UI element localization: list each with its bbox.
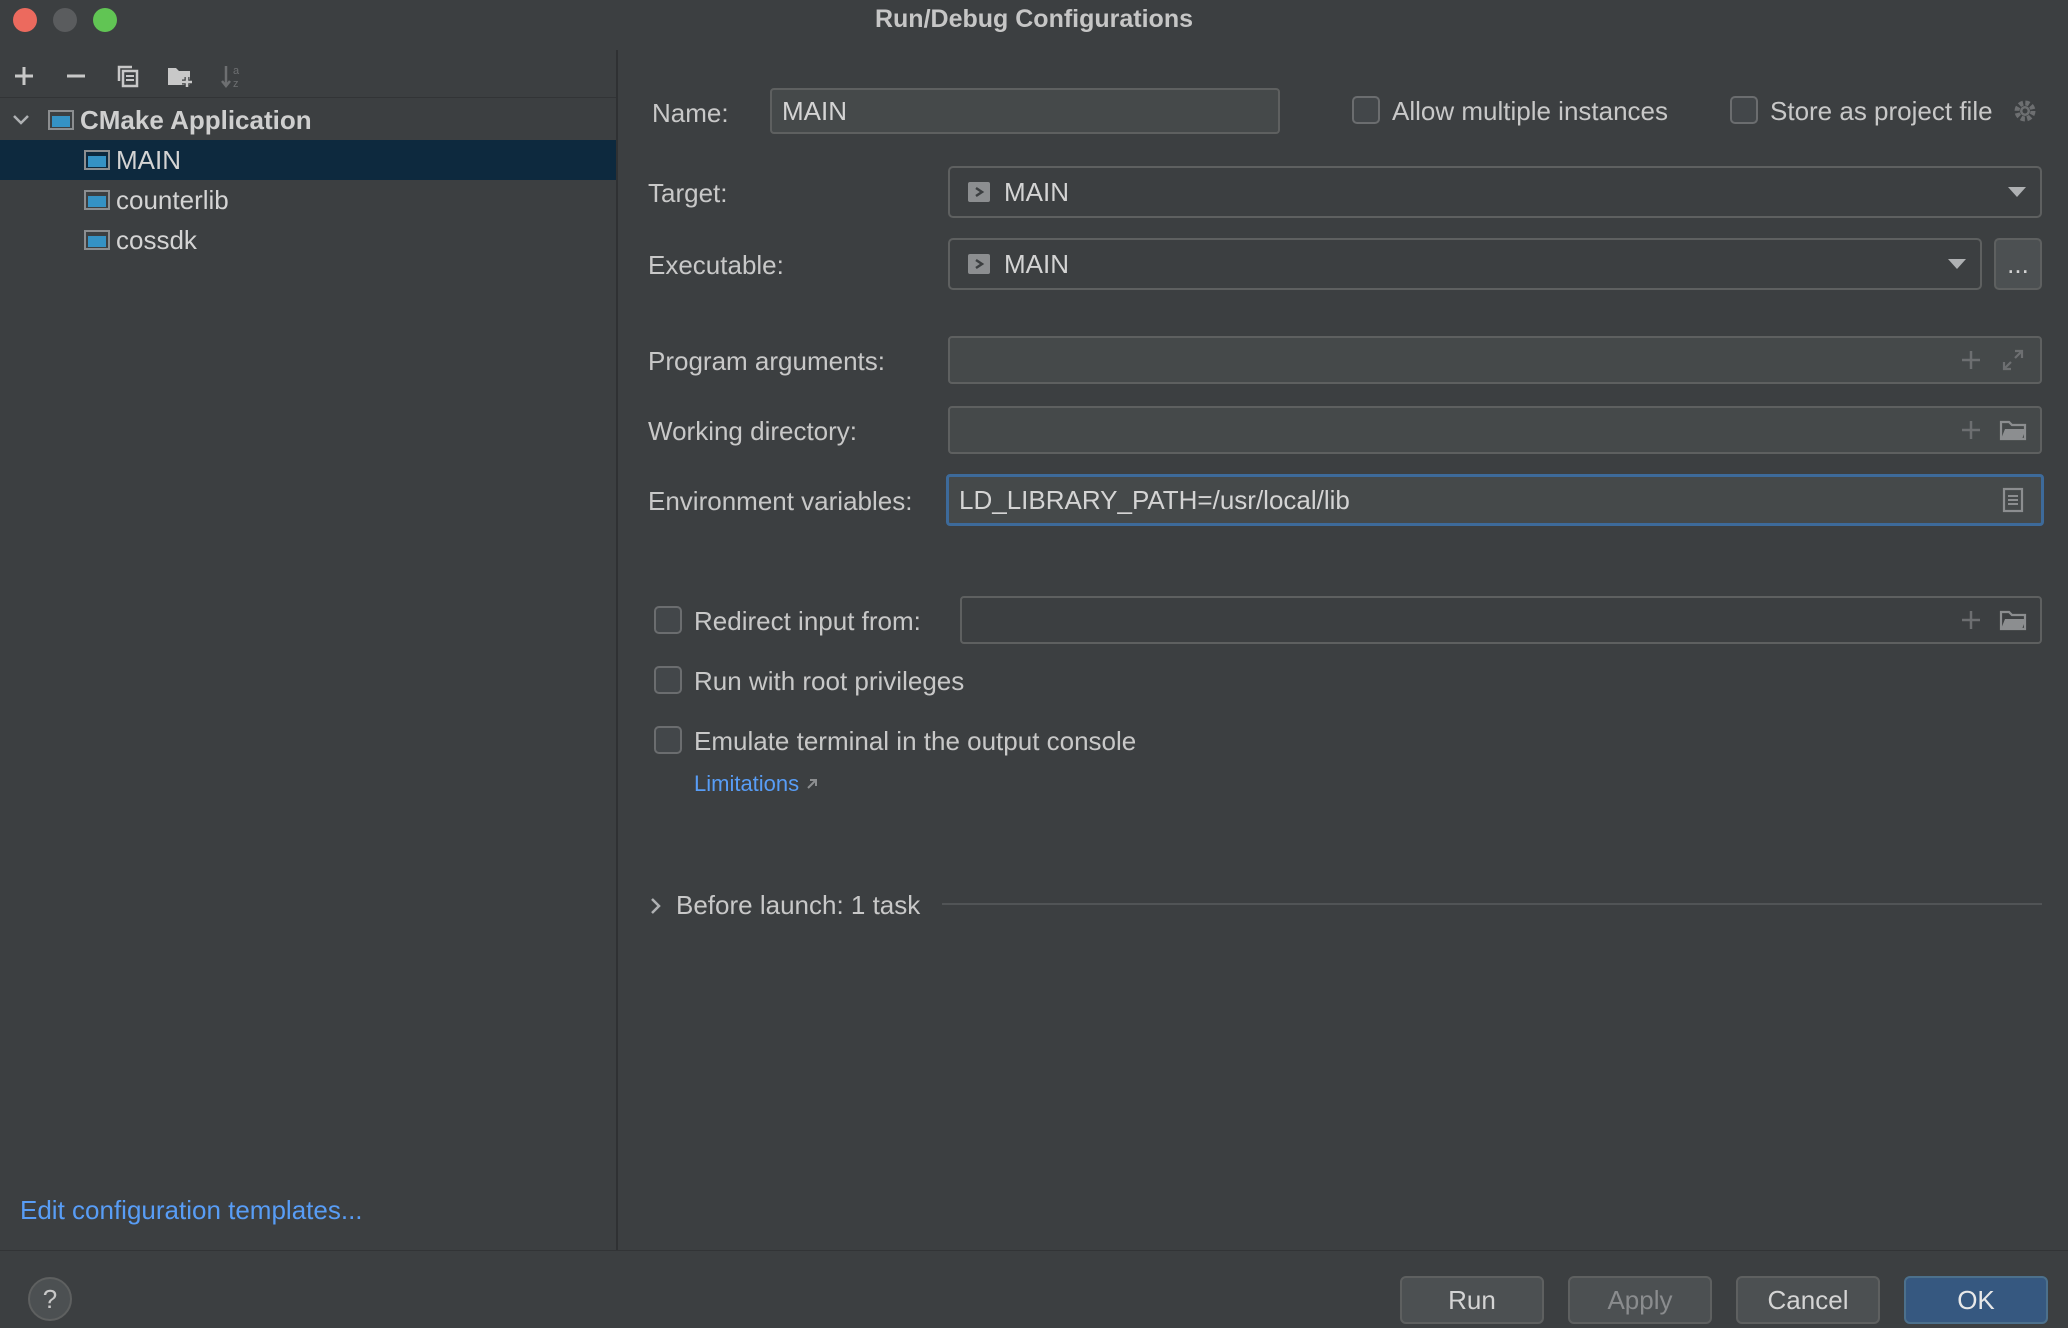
emulate-terminal-label: Emulate terminal in the output console (694, 726, 1137, 756)
dialog-footer: ? Run Apply Cancel OK (0, 1250, 2068, 1328)
executable-label: Executable: (648, 250, 784, 280)
edit-list-icon[interactable] (1998, 485, 2028, 515)
run-target-icon (968, 254, 990, 274)
name-label: Name: (652, 98, 729, 128)
chevron-right-icon (650, 897, 662, 915)
expand-icon[interactable] (1998, 345, 2028, 375)
target-dropdown[interactable]: MAIN (948, 166, 2042, 218)
apply-button[interactable]: Apply (1568, 1276, 1712, 1324)
svg-text:a: a (233, 65, 240, 77)
chevron-down-icon[interactable] (0, 114, 40, 126)
sort-icon[interactable]: az (214, 58, 250, 94)
remove-icon[interactable] (58, 58, 94, 94)
browse-executable-button[interactable]: ... (1994, 238, 2042, 290)
sidebar-item-label: counterlib (116, 184, 229, 215)
before-launch-toggle[interactable]: Before launch: 1 task (650, 890, 920, 921)
run-with-root-privileges-checkbox[interactable] (654, 666, 682, 694)
program-arguments-field[interactable] (948, 336, 2042, 384)
help-button[interactable]: ? (28, 1277, 72, 1321)
working-directory-field[interactable] (948, 406, 2042, 454)
gear-icon[interactable] (2010, 96, 2040, 126)
folder-icon[interactable] (1998, 605, 2028, 635)
environment-variables-field[interactable]: LD_LIBRARY_PATH=/usr/local/lib (946, 474, 2044, 526)
allow-multiple-instances-label: Allow multiple instances (1392, 96, 1669, 126)
redirect-input-field[interactable] (960, 596, 2042, 644)
limitations-link[interactable]: Limitations (694, 771, 819, 797)
environment-variables-label: Environment variables: (648, 486, 913, 516)
edit-configuration-templates-link[interactable]: Edit configuration templates... (20, 1195, 363, 1226)
environment-variables-value: LD_LIBRARY_PATH=/usr/local/lib (959, 484, 1350, 515)
cmake-target-icon (84, 148, 110, 172)
executable-value: MAIN (1004, 248, 1069, 279)
executable-dropdown[interactable]: MAIN (948, 238, 1982, 290)
store-as-project-file-label: Store as project file (1770, 96, 1993, 126)
add-icon[interactable] (6, 58, 42, 94)
external-link-icon (805, 777, 819, 791)
target-label: Target: (648, 178, 728, 208)
run-with-root-privileges-label: Run with root privileges (694, 666, 965, 696)
program-arguments-label: Program arguments: (648, 346, 885, 376)
tree-group-label: CMake Application (80, 104, 312, 135)
cmake-target-icon (84, 188, 110, 212)
chevron-down-icon (2008, 187, 2026, 197)
before-launch-divider (942, 903, 2042, 905)
insert-macro-icon[interactable] (1956, 415, 1986, 445)
configurations-sidebar: az CMake Application MAIN counterlib cos… (0, 50, 616, 1250)
cmake-application-icon (48, 108, 74, 132)
tree-group-cmake-application[interactable]: CMake Application (0, 100, 616, 140)
working-directory-label: Working directory: (648, 416, 858, 446)
folder-icon[interactable] (1998, 415, 2028, 445)
run-button[interactable]: Run (1400, 1276, 1544, 1324)
sidebar-item-main[interactable]: MAIN (0, 140, 616, 180)
sidebar-item-counterlib[interactable]: counterlib (0, 180, 616, 220)
name-field[interactable]: MAIN (770, 88, 1280, 134)
cancel-button[interactable]: Cancel (1736, 1276, 1880, 1324)
insert-macro-icon[interactable] (1956, 605, 1986, 635)
store-as-project-file-checkbox[interactable] (1730, 96, 1758, 124)
emulate-terminal-checkbox[interactable] (654, 726, 682, 754)
limitations-link-label: Limitations (694, 771, 800, 796)
cmake-target-icon (84, 228, 110, 252)
ok-button[interactable]: OK (1904, 1276, 2048, 1324)
svg-text:z: z (233, 78, 239, 89)
target-value: MAIN (1004, 176, 1069, 207)
configuration-form: Name: MAIN Allow multiple instances Stor… (618, 50, 2068, 1250)
redirect-input-checkbox[interactable] (654, 606, 682, 634)
copy-icon[interactable] (110, 58, 146, 94)
sidebar-toolbar: az (0, 50, 616, 98)
sidebar-item-label: MAIN (116, 144, 181, 175)
title-bar: Run/Debug Configurations (0, 0, 2068, 38)
window-title: Run/Debug Configurations (874, 5, 1194, 33)
before-launch-label: Before launch: 1 task (676, 890, 921, 920)
run-target-icon (968, 182, 990, 202)
chevron-down-icon (1948, 259, 1966, 269)
redirect-input-label: Redirect input from: (694, 606, 921, 636)
sidebar-item-cossdk[interactable]: cossdk (0, 220, 616, 260)
sidebar-item-label: cossdk (116, 224, 197, 255)
insert-macro-icon[interactable] (1956, 345, 1986, 375)
allow-multiple-instances-checkbox[interactable] (1352, 96, 1380, 124)
new-folder-icon[interactable] (162, 58, 198, 94)
